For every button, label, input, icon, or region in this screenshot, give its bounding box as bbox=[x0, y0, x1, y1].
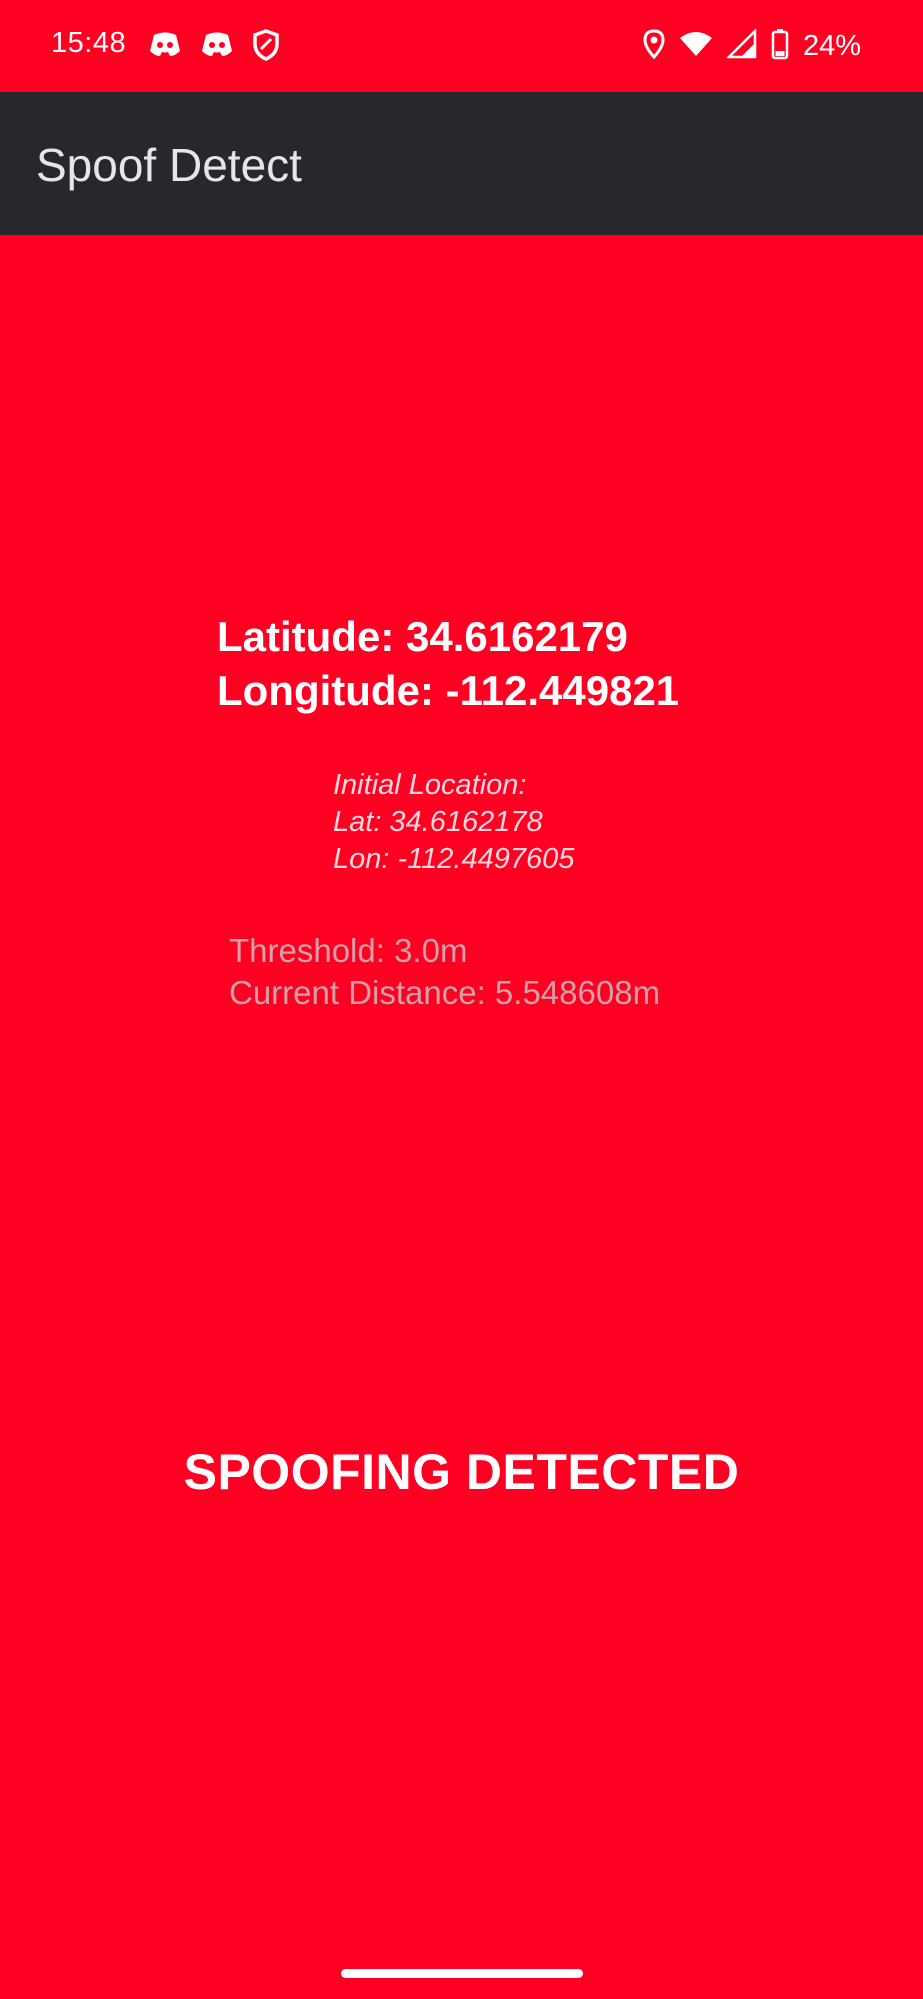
initial-longitude: Lon: -112.4497605 bbox=[333, 843, 575, 875]
distance-info: Threshold: 3.0m Current Distance: 5.5486… bbox=[229, 930, 660, 1014]
spoofing-status: SPOOFING DETECTED bbox=[183, 1444, 740, 1500]
longitude-value: Longitude: -112.449821 bbox=[217, 667, 680, 714]
initial-location-heading: Initial Location: bbox=[333, 769, 527, 801]
battery-percent: 24% bbox=[802, 29, 861, 62]
app-title: Spoof Detect bbox=[36, 139, 302, 191]
threshold-value: Threshold: 3.0m bbox=[229, 932, 468, 969]
status-bar: 15:48 24% bbox=[0, 0, 923, 92]
main-content: Latitude: 34.6162179 Longitude: -112.449… bbox=[0, 235, 923, 1999]
location-icon bbox=[643, 28, 665, 64]
wifi-icon bbox=[679, 30, 713, 63]
system-status-icons: 24% bbox=[643, 26, 861, 66]
discord-icon bbox=[148, 31, 182, 64]
discord-icon bbox=[200, 31, 234, 64]
current-distance-value: Current Distance: 5.548608m bbox=[229, 974, 661, 1011]
status-time: 15:48 bbox=[51, 27, 127, 59]
initial-location: Initial Location: Lat: 34.6162178 Lon: -… bbox=[333, 767, 574, 878]
signal-icon bbox=[725, 27, 757, 64]
current-coordinates: Latitude: 34.6162179 Longitude: -112.449… bbox=[217, 610, 679, 718]
shield-icon bbox=[252, 28, 280, 66]
latitude-value: Latitude: 34.6162179 bbox=[217, 613, 628, 660]
home-indicator[interactable] bbox=[341, 1969, 583, 1978]
notification-icons bbox=[148, 28, 280, 66]
initial-latitude: Lat: 34.6162178 bbox=[333, 806, 543, 838]
battery-icon bbox=[771, 28, 789, 65]
